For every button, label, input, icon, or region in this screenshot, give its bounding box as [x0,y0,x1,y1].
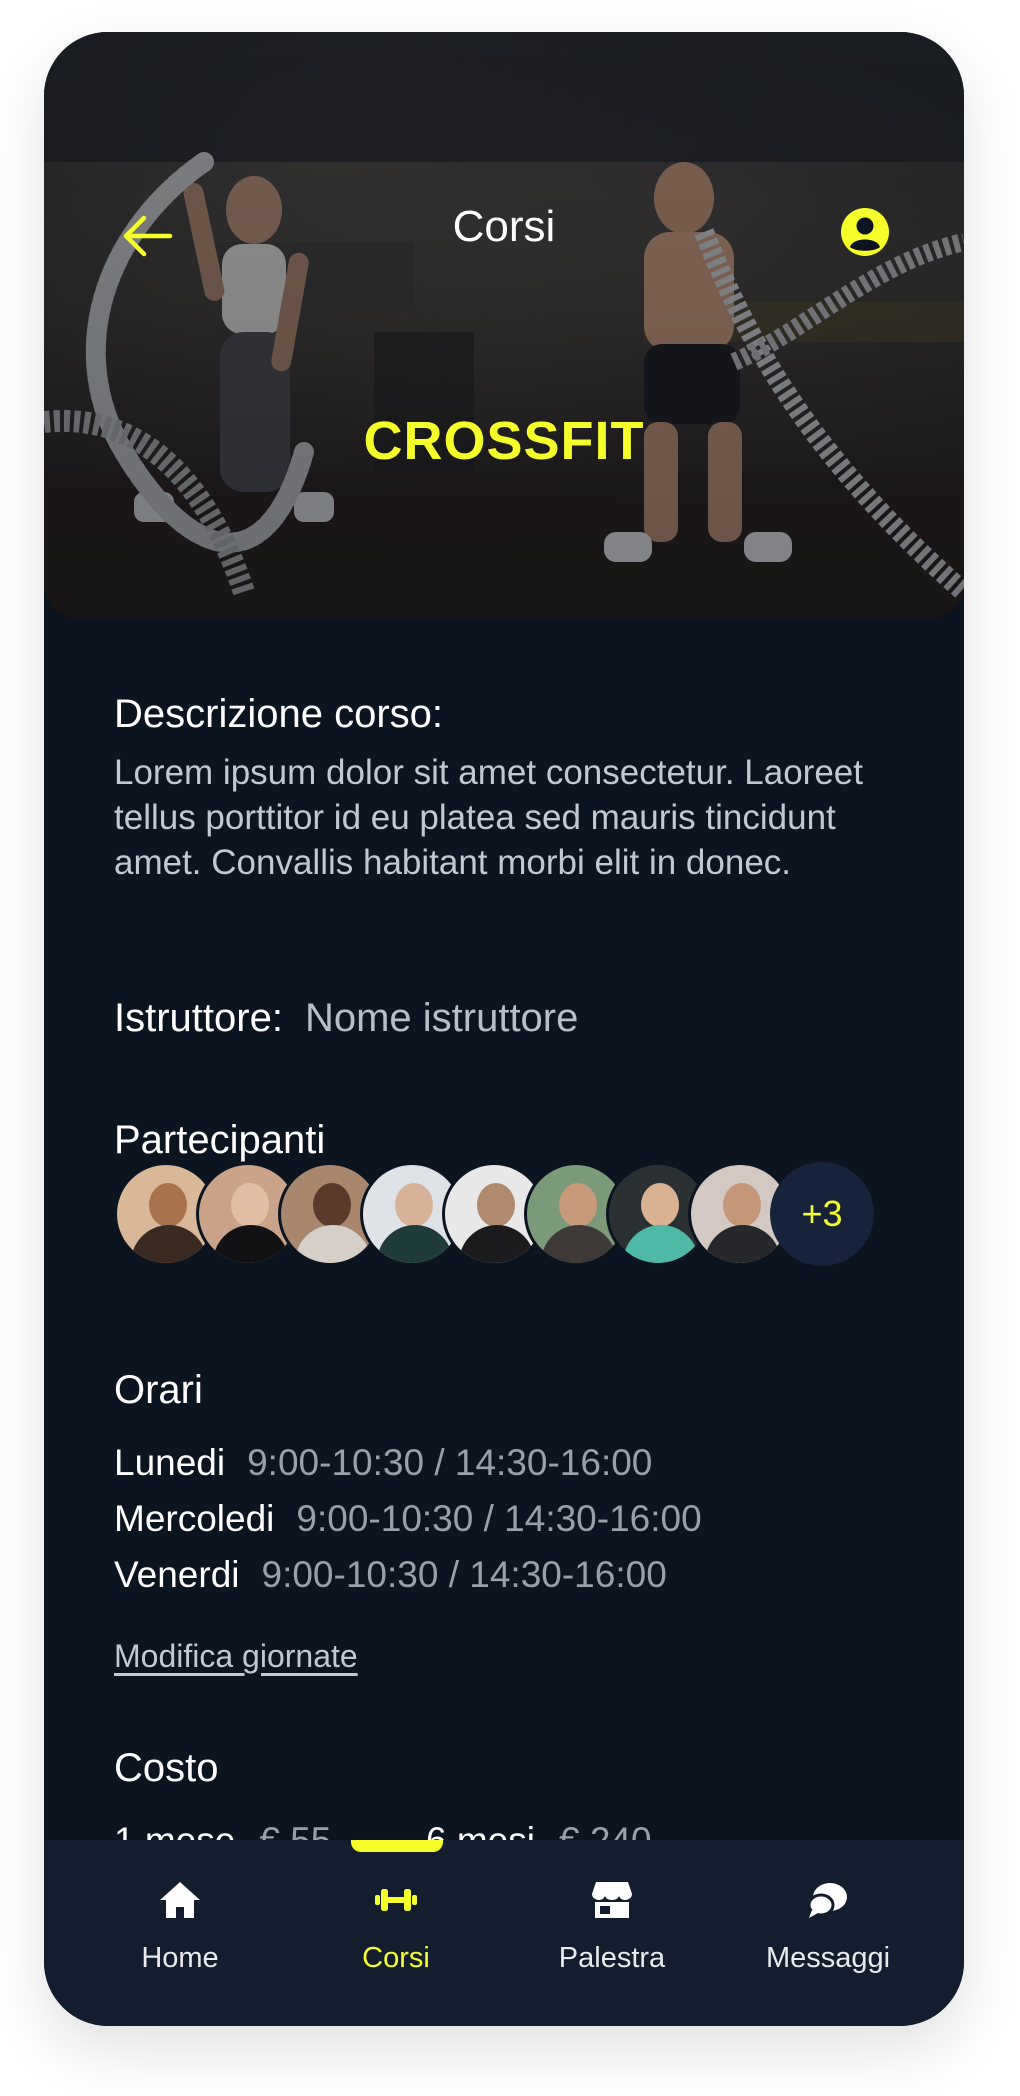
more-participants-count[interactable]: +3 [770,1162,874,1266]
instructor-name: Nome istruttore [304,996,579,1040]
instructor-label: Istruttore: [114,996,283,1040]
active-tab-indicator [351,1840,443,1852]
schedule-day: Mercoledi [114,1498,275,1539]
user-circle-icon [841,208,889,256]
schedule-time: 9:00-10:30 / 14:30-16:00 [296,1498,702,1539]
nav-item-home[interactable]: Home [80,1876,280,1975]
bottom-navigation: Home Corsi Palestra Messaggi [44,1840,964,2026]
schedule-day: Lunedi [114,1442,226,1483]
hero-banner: Corsi CROSSFIT [44,32,964,618]
nav-label: Messaggi [765,1942,891,1974]
store-icon [592,1882,632,1918]
home-icon [160,1882,200,1918]
nav-label: Palestra [558,1942,666,1974]
dumbbell-icon [375,1889,417,1911]
schedule-time: 9:00-10:30 / 14:30-16:00 [247,1442,653,1483]
nav-label: Home [141,1942,219,1974]
schedule-heading: Orari [114,1368,203,1412]
schedule-row: Lunedi 9:00-10:30 / 14:30-16:00 [114,1442,652,1484]
edit-days-link[interactable]: Modifica giornate [114,1638,358,1675]
course-name: CROSSFIT [363,411,645,471]
nav-item-messaggi[interactable]: Messaggi [728,1876,928,1975]
schedule-time: 9:00-10:30 / 14:30-16:00 [261,1554,667,1595]
phone-screen: Corsi CROSSFIT Descrizione corso: Lorem … [44,32,964,2026]
description-heading: Descrizione corso: [114,692,444,736]
page-title: Corsi [452,202,556,251]
schedule-day: Venerdi [114,1554,240,1595]
schedule-row: Venerdi 9:00-10:30 / 14:30-16:00 [114,1554,667,1596]
nav-item-corsi[interactable]: Corsi [296,1876,496,1975]
participants-heading: Partecipanti [114,1118,326,1162]
profile-button[interactable] [839,206,895,262]
nav-label: Corsi [362,1942,430,1974]
cost-heading: Costo [114,1746,219,1790]
chat-icon [807,1883,847,1918]
schedule-row: Mercoledi 9:00-10:30 / 14:30-16:00 [114,1498,702,1540]
instructor-row: Istruttore: Nome istruttore [114,996,578,1041]
description-text: Lorem ipsum dolor sit amet consectetur. … [114,753,863,882]
hero-overlay [44,32,964,618]
nav-item-palestra[interactable]: Palestra [512,1876,712,1975]
